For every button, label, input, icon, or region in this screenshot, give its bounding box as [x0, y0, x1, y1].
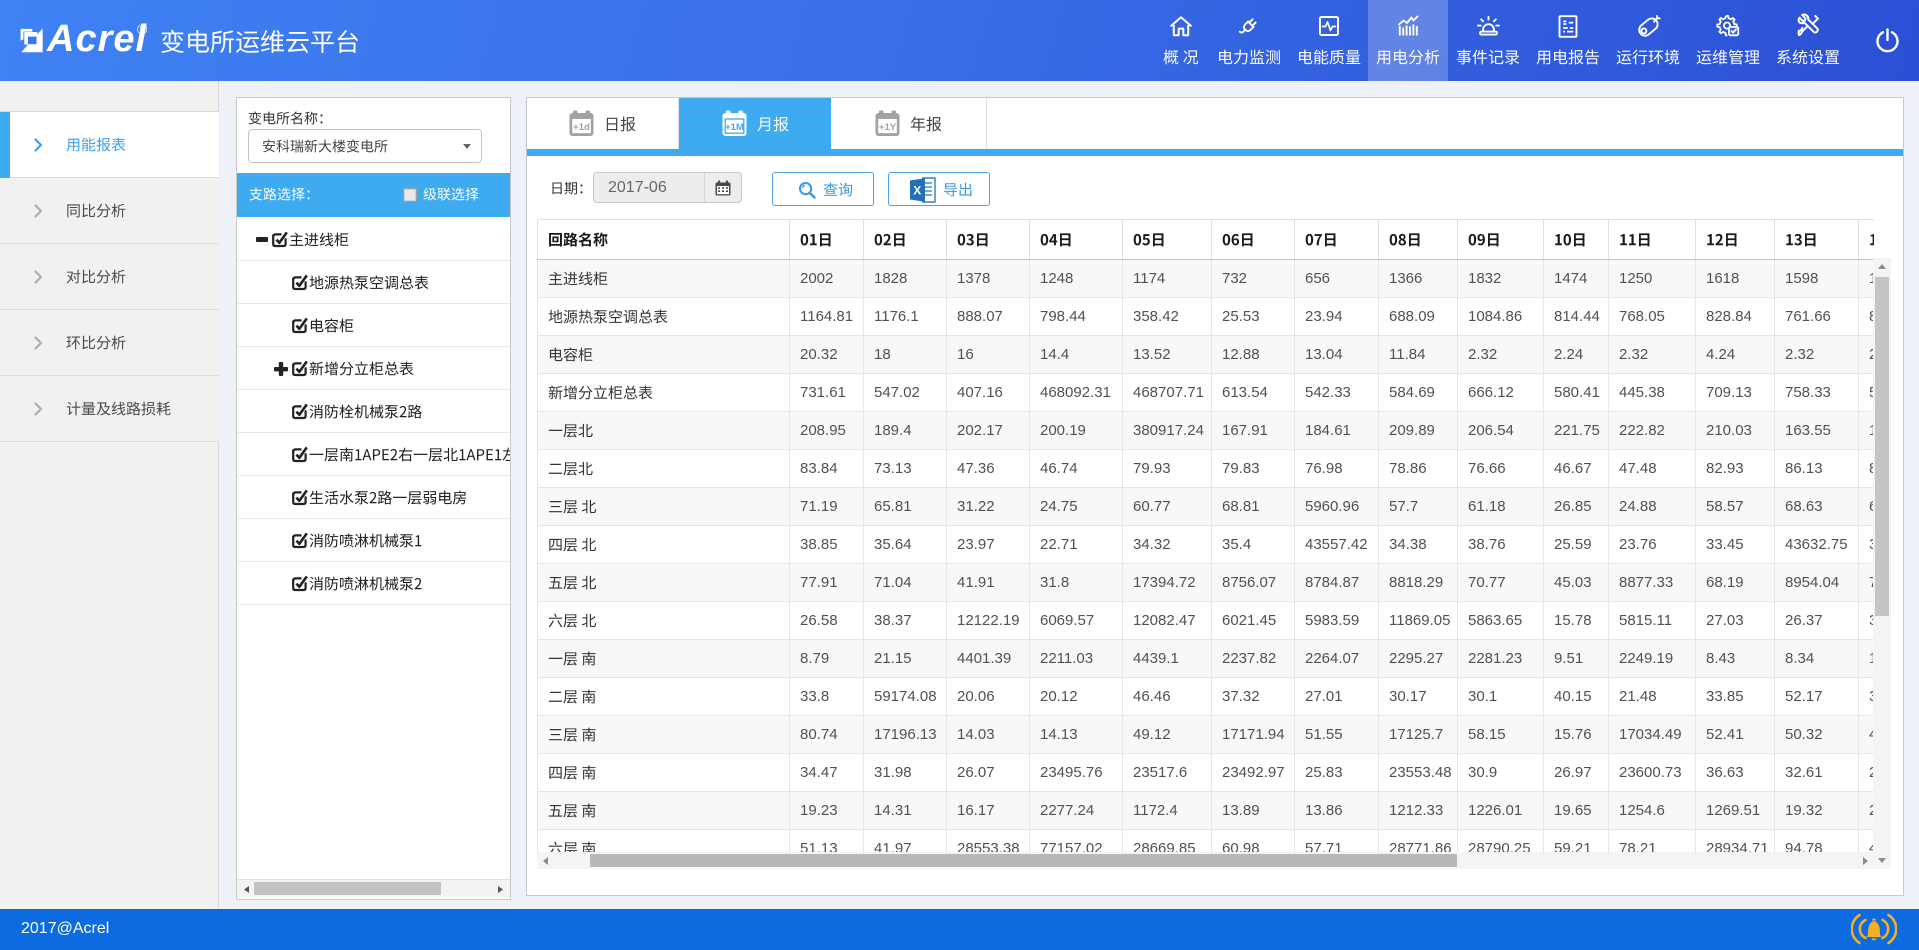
- svg-text:+1M: +1M: [725, 122, 744, 133]
- svg-text:+1d: +1d: [573, 122, 590, 133]
- svg-text:X: X: [913, 184, 921, 198]
- svg-text:+1Y: +1Y: [879, 122, 897, 133]
